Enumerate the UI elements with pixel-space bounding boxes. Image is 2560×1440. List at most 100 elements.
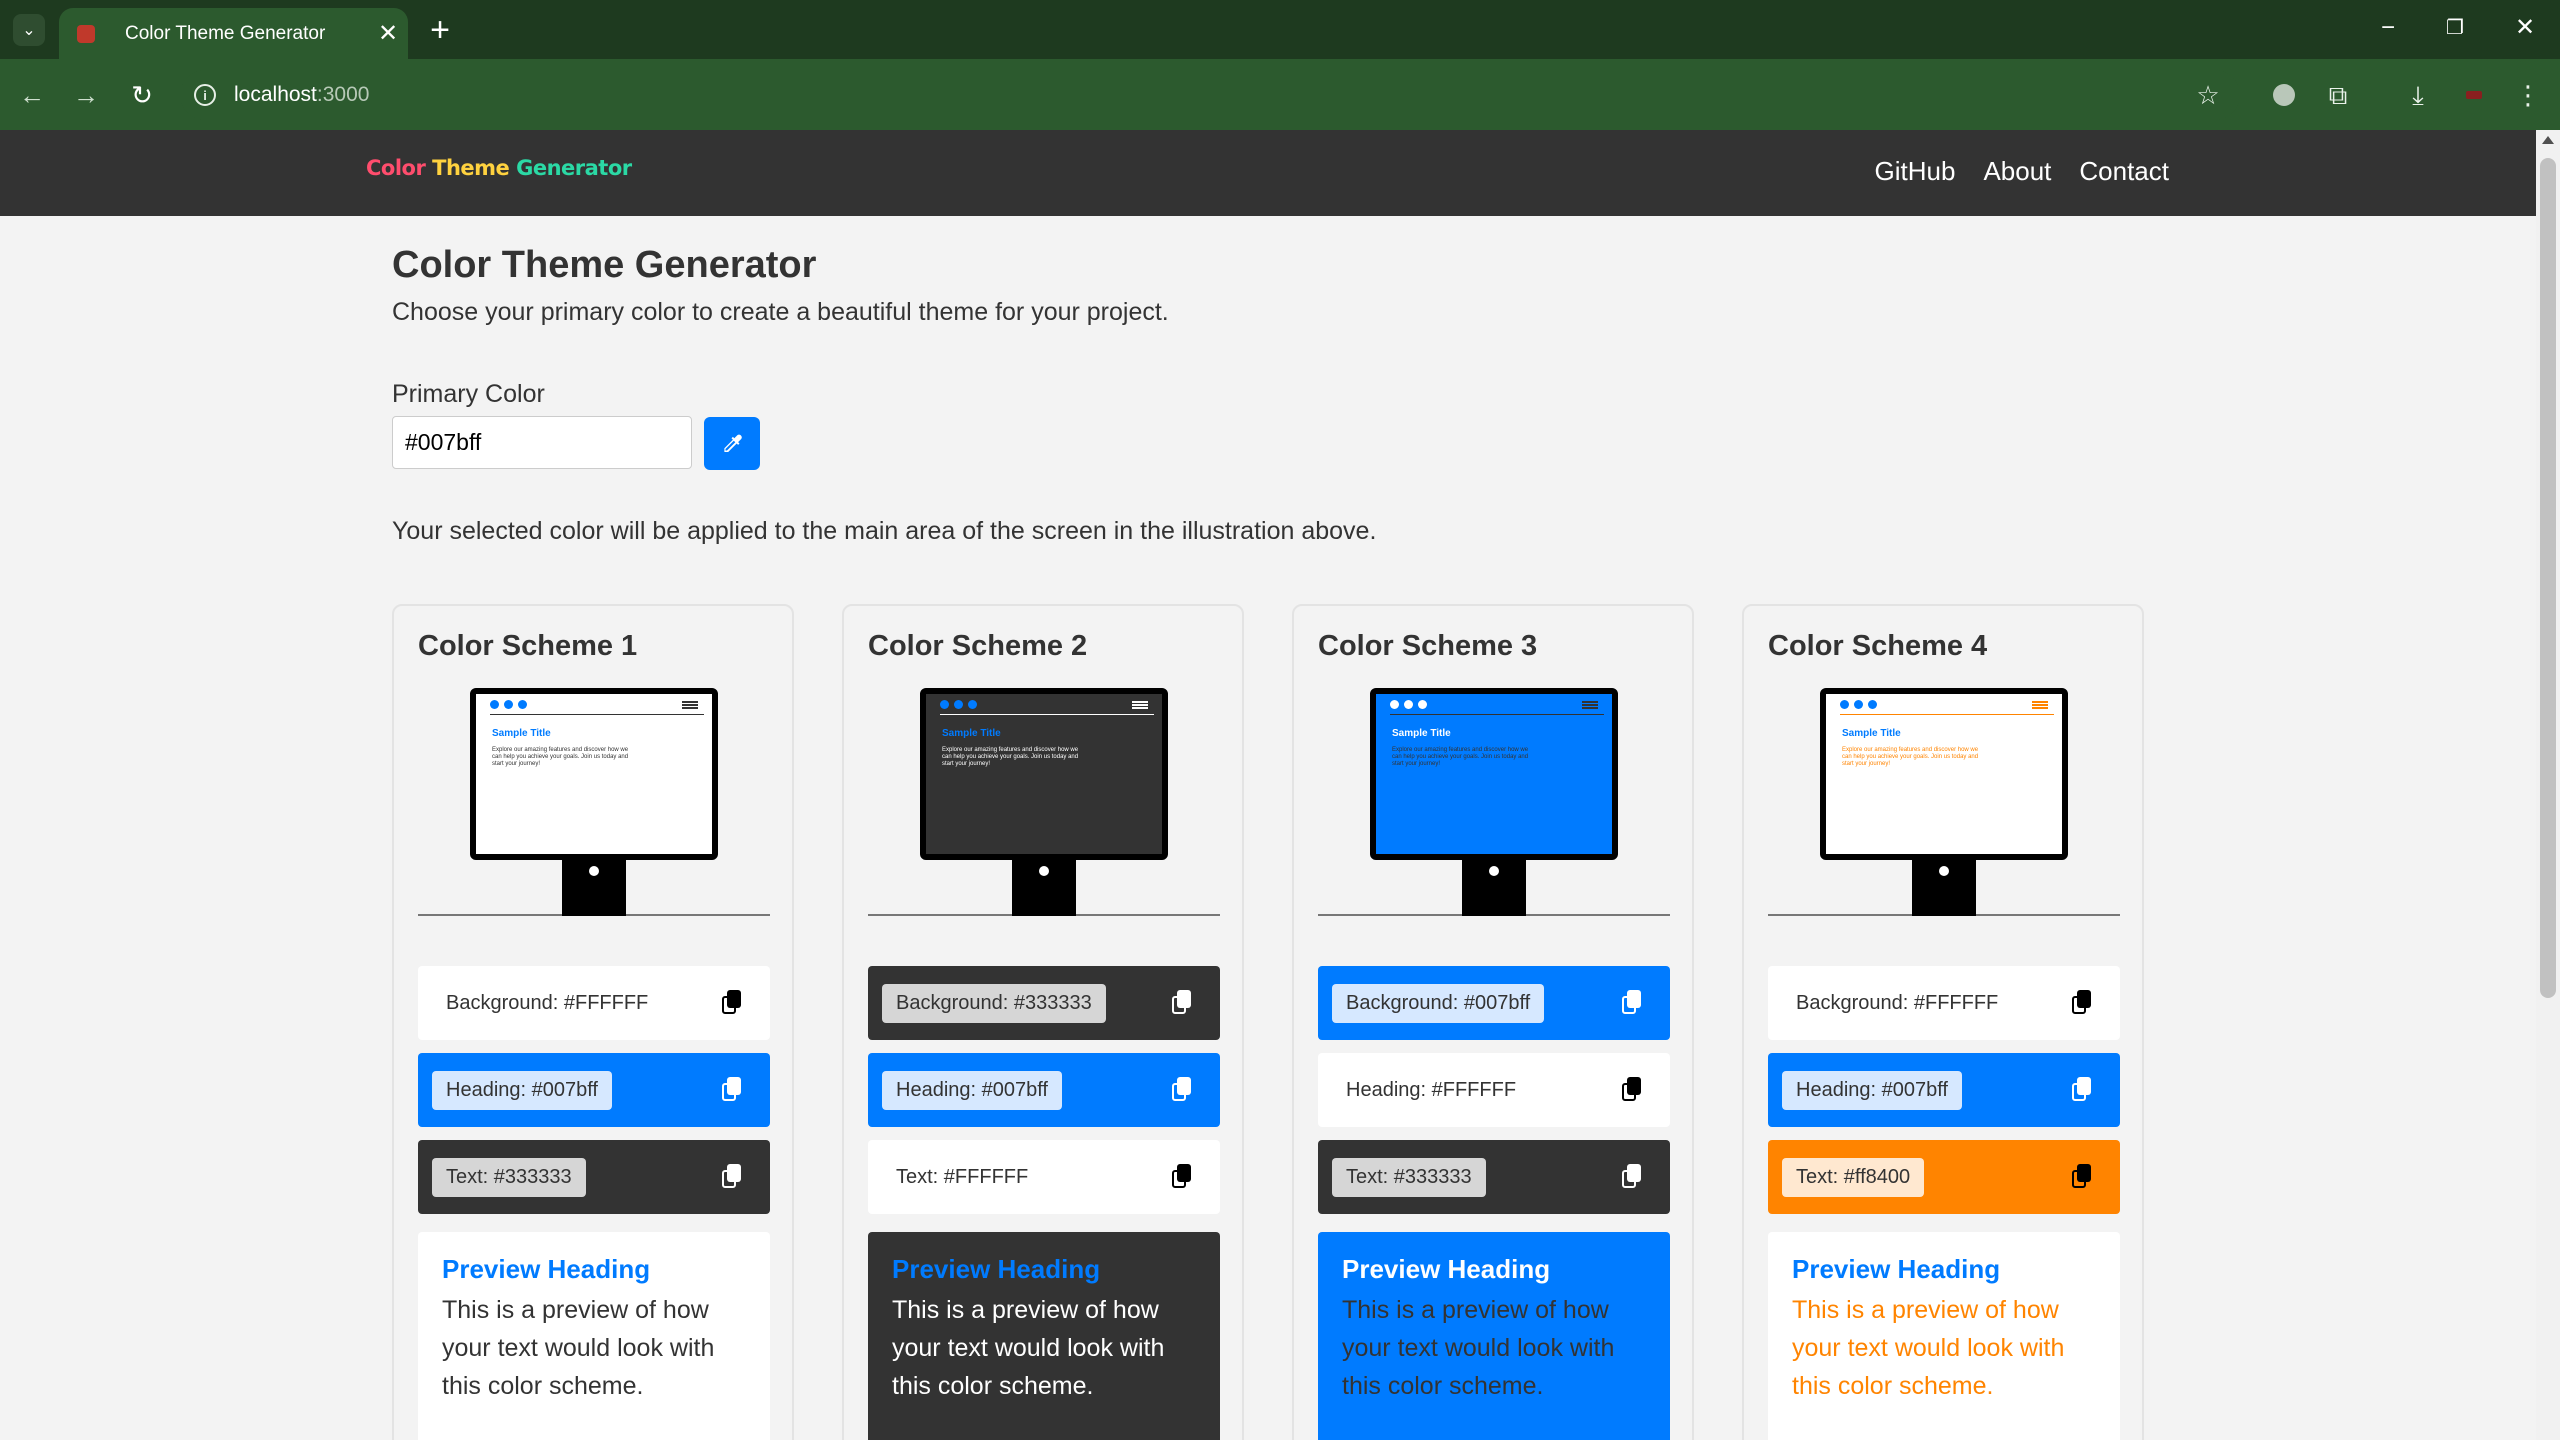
- scroll-up-arrow-icon[interactable]: [2542, 136, 2554, 144]
- restore-icon[interactable]: ❐: [2425, 8, 2485, 48]
- color-scheme-cards: Color Scheme 1 Sample Title Explore our …: [392, 604, 2144, 1440]
- copy-icon[interactable]: [1622, 1077, 1644, 1103]
- heading-swatch[interactable]: Heading: #007bff: [1768, 1053, 2120, 1127]
- monitor-stand: [1462, 860, 1526, 916]
- color-picker-button[interactable]: [704, 417, 760, 470]
- copy-icon[interactable]: [1622, 1164, 1644, 1190]
- screen-divider: [490, 714, 704, 715]
- screen-divider: [940, 714, 1154, 715]
- url-text: localhost:3000: [234, 83, 369, 107]
- heading-swatch-label: Heading: #007bff: [432, 1070, 612, 1110]
- copy-icon[interactable]: [722, 990, 744, 1016]
- screen-sample-title: Sample Title: [942, 728, 1001, 739]
- download-icon[interactable]: ⤓: [2400, 77, 2436, 113]
- copy-icon[interactable]: [1172, 990, 1194, 1016]
- profile-extension-icon[interactable]: [2266, 77, 2302, 113]
- screen-divider: [1840, 714, 2054, 715]
- background-swatch[interactable]: Background: #007bff: [1318, 966, 1670, 1040]
- preview-text: This is a preview of how your text would…: [442, 1296, 715, 1400]
- logo-word-3: Generator: [516, 156, 632, 180]
- logo-word-2: Theme: [432, 156, 510, 180]
- scheme-preview: Preview Heading This is a preview of how…: [418, 1232, 770, 1440]
- text-swatch-label: Text: #FFFFFF: [896, 1165, 1029, 1188]
- nav-link-contact[interactable]: Contact: [2079, 156, 2169, 187]
- background-swatch[interactable]: Background: #FFFFFF: [418, 966, 770, 1040]
- copy-icon[interactable]: [2072, 1164, 2094, 1190]
- copy-icon[interactable]: [2072, 1077, 2094, 1103]
- text-swatch[interactable]: Text: #ff8400: [1768, 1140, 2120, 1214]
- tab-search-chevron-icon[interactable]: ⌄: [13, 14, 45, 46]
- screen-dot: [1840, 700, 1849, 709]
- heading-swatch-label: Heading: #007bff: [882, 1070, 1062, 1110]
- nav-link-github[interactable]: GitHub: [1875, 156, 1956, 187]
- background-swatch[interactable]: Background: #FFFFFF: [1768, 966, 2120, 1040]
- address-bar[interactable]: i localhost:3000: [180, 70, 2240, 120]
- monitor-screen: Sample Title Explore our amazing feature…: [1820, 688, 2068, 860]
- color-scheme-card-2: Color Scheme 2 Sample Title Explore our …: [842, 604, 1244, 1440]
- heading-swatch-label: Heading: #007bff: [1782, 1070, 1962, 1110]
- text-swatch[interactable]: Text: #333333: [418, 1140, 770, 1214]
- preview-text: This is a preview of how your text would…: [892, 1296, 1165, 1400]
- copy-icon[interactable]: [722, 1164, 744, 1190]
- copy-icon[interactable]: [1172, 1077, 1194, 1103]
- screen-dot: [504, 700, 513, 709]
- new-tab-plus-icon[interactable]: +: [420, 10, 460, 50]
- screen-menu-icon: [1582, 701, 1598, 709]
- primary-color-input[interactable]: [392, 416, 692, 469]
- text-swatch[interactable]: Text: #333333: [1318, 1140, 1670, 1214]
- copy-icon[interactable]: [1172, 1164, 1194, 1190]
- menu-kebab-icon[interactable]: ⋮: [2510, 77, 2546, 113]
- monitor-screen: Sample Title Explore our amazing feature…: [470, 688, 718, 860]
- heading-swatch[interactable]: Heading: #FFFFFF: [1318, 1053, 1670, 1127]
- monitor-screen: Sample Title Explore our amazing feature…: [1370, 688, 1618, 860]
- background-swatch-label: Background: #333333: [882, 983, 1106, 1023]
- monitor-stand: [1012, 860, 1076, 916]
- window-close-icon[interactable]: ✕: [2495, 8, 2555, 48]
- page-scrollbar[interactable]: [2536, 130, 2560, 1440]
- url-port: :3000: [316, 83, 370, 106]
- extensions-puzzle-icon[interactable]: ⧉: [2320, 77, 2356, 113]
- screen-dot: [1868, 700, 1877, 709]
- browser-tab[interactable]: Color Theme Generator ✕: [59, 8, 408, 59]
- preview-heading: Preview Heading: [892, 1254, 1101, 1284]
- screen-sample-text: Explore our amazing features and discove…: [1392, 747, 1529, 767]
- profile-avatar-icon[interactable]: [2456, 77, 2492, 113]
- preview-heading: Preview Heading: [1342, 1254, 1551, 1284]
- background-swatch[interactable]: Background: #333333: [868, 966, 1220, 1040]
- scheme-preview: Preview Heading This is a preview of how…: [868, 1232, 1220, 1440]
- copy-icon[interactable]: [722, 1077, 744, 1103]
- scroll-thumb[interactable]: [2540, 158, 2556, 998]
- site-info-icon[interactable]: i: [194, 84, 216, 106]
- bookmark-star-icon[interactable]: ☆: [2190, 77, 2226, 113]
- screen-menu-icon: [682, 701, 698, 709]
- page-title: Color Theme Generator: [392, 244, 817, 286]
- preview-heading: Preview Heading: [1792, 1254, 2001, 1284]
- back-arrow-icon[interactable]: ←: [14, 77, 50, 113]
- text-swatch[interactable]: Text: #FFFFFF: [868, 1140, 1220, 1214]
- heading-swatch[interactable]: Heading: #007bff: [868, 1053, 1220, 1127]
- site-navbar: Color Theme Generator GitHub About Conta…: [0, 130, 2536, 216]
- screen-dot: [1418, 700, 1427, 709]
- background-swatch-label: Background: #FFFFFF: [1796, 991, 1999, 1014]
- copy-icon[interactable]: [2072, 990, 2094, 1016]
- site-logo[interactable]: Color Theme Generator: [366, 156, 632, 180]
- copy-icon[interactable]: [1622, 990, 1644, 1016]
- tab-close-icon[interactable]: ✕: [368, 19, 408, 48]
- monitor-illustration: Sample Title Explore our amazing feature…: [868, 688, 1220, 916]
- nav-link-about[interactable]: About: [1983, 156, 2051, 187]
- card-title: Color Scheme 3: [1318, 630, 1538, 662]
- screen-sample-text: Explore our amazing features and discove…: [492, 747, 629, 767]
- preview-heading: Preview Heading: [442, 1254, 651, 1284]
- screen-dot: [954, 700, 963, 709]
- heading-swatch[interactable]: Heading: #007bff: [418, 1053, 770, 1127]
- minimize-icon[interactable]: −: [2358, 8, 2418, 48]
- reload-icon[interactable]: ↻: [124, 77, 160, 113]
- monitor-illustration: Sample Title Explore our amazing feature…: [418, 688, 770, 916]
- forward-arrow-icon[interactable]: →: [68, 77, 104, 113]
- tab-title: Color Theme Generator: [125, 22, 326, 44]
- monitor-screen: Sample Title Explore our amazing feature…: [920, 688, 1168, 860]
- card-title: Color Scheme 4: [1768, 630, 1988, 662]
- scheme-preview: Preview Heading This is a preview of how…: [1768, 1232, 2120, 1440]
- text-swatch-label: Text: #333333: [432, 1157, 586, 1197]
- screen-dot: [1404, 700, 1413, 709]
